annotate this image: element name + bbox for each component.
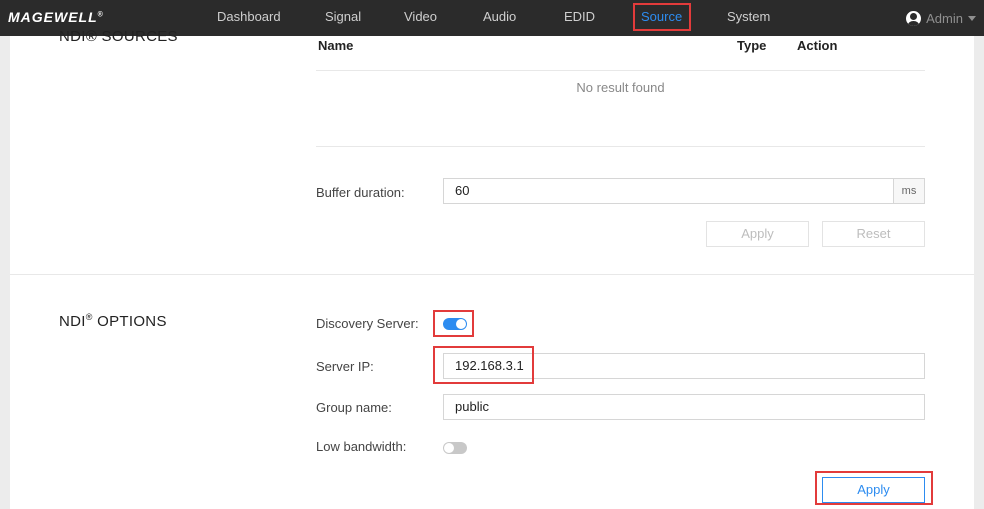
user-menu[interactable]: Admin — [906, 0, 976, 36]
nav-edid[interactable]: EDID — [564, 0, 595, 36]
source-tab-highlight — [633, 3, 691, 31]
discovery-server-label: Discovery Server: — [316, 316, 419, 331]
column-header-type: Type — [737, 38, 767, 53]
section-divider — [10, 274, 974, 275]
table-bottom-divider — [316, 146, 925, 147]
ndi-options-title: NDI® OPTIONS — [59, 312, 167, 330]
toggle-knob — [444, 443, 454, 453]
group-name-input[interactable]: public — [443, 394, 925, 420]
table-header-divider — [316, 70, 925, 71]
discovery-server-toggle[interactable] — [443, 318, 467, 330]
user-name: Admin — [926, 10, 963, 26]
buffer-duration-label: Buffer duration: — [316, 185, 405, 200]
low-bandwidth-toggle[interactable] — [443, 442, 467, 454]
column-header-name: Name — [318, 38, 354, 53]
nav-video[interactable]: Video — [404, 0, 437, 36]
toggle-knob — [456, 319, 466, 329]
settings-card — [10, 36, 974, 509]
buffer-unit-addon: ms — [893, 178, 925, 204]
user-avatar-icon — [906, 10, 922, 26]
options-apply-button[interactable]: Apply — [822, 477, 925, 503]
nav-dashboard[interactable]: Dashboard — [217, 0, 281, 36]
group-name-label: Group name: — [316, 400, 392, 415]
ndi-sources-title: NDI® SOURCES — [59, 28, 178, 45]
empty-table-message: No result found — [576, 80, 665, 95]
column-header-action: Action — [797, 38, 838, 53]
low-bandwidth-label: Low bandwidth: — [316, 439, 407, 454]
nav-audio[interactable]: Audio — [483, 0, 516, 36]
sources-reset-button[interactable]: Reset — [822, 221, 925, 247]
magewell-logo[interactable]: MAGEWELL® — [8, 9, 103, 25]
buffer-duration-input[interactable]: 60 — [443, 178, 894, 204]
server-ip-input[interactable]: 192.168.3.1 — [443, 353, 925, 379]
chevron-down-icon — [968, 15, 976, 21]
nav-system[interactable]: System — [727, 0, 770, 36]
server-ip-label: Server IP: — [316, 359, 374, 374]
nav-signal[interactable]: Signal — [325, 0, 361, 36]
sources-apply-button[interactable]: Apply — [706, 221, 809, 247]
